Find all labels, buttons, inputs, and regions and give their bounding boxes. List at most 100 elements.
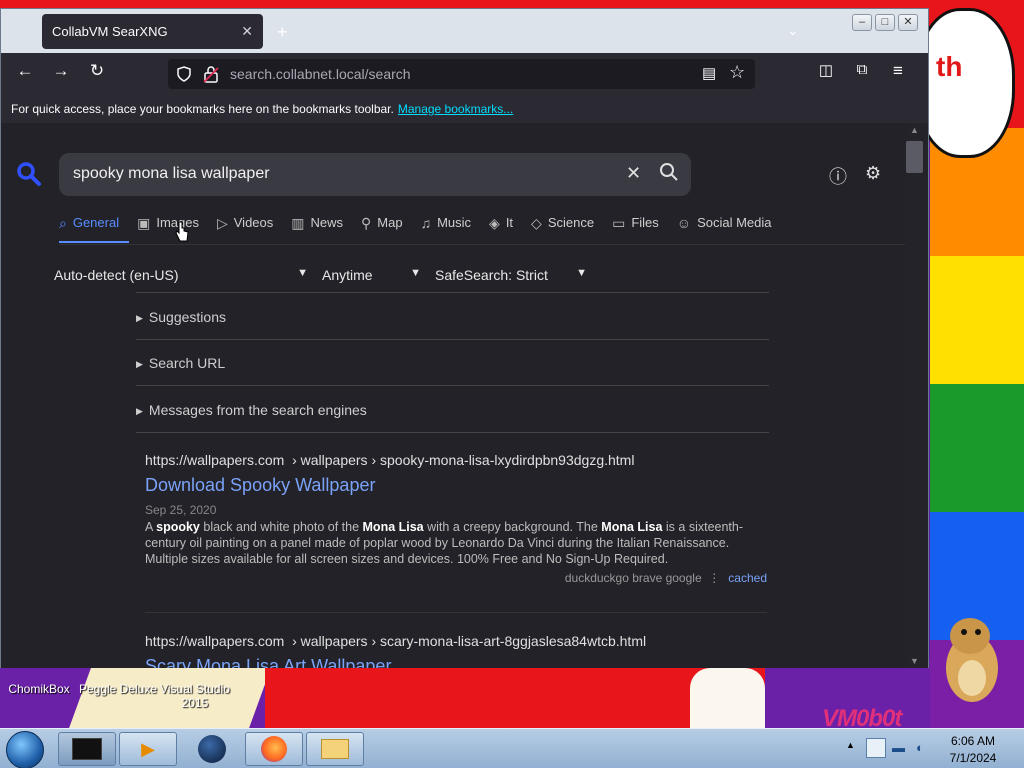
manage-bookmarks-link[interactable]: Manage bookmarks... — [398, 102, 513, 116]
chevron-down-icon: ▼ — [297, 267, 308, 279]
cached-link[interactable]: cached — [728, 571, 767, 585]
tab-news[interactable]: ▥ News — [291, 215, 353, 243]
close-tab-icon[interactable]: ✕ — [241, 14, 253, 49]
newspaper-icon: ▥ — [291, 215, 305, 231]
globe-icon — [198, 735, 226, 763]
chevron-down-icon: ▼ — [410, 267, 421, 279]
tab-files[interactable]: ▭ Files — [612, 215, 669, 243]
info-icon[interactable]: ⓘ — [829, 163, 847, 189]
insecure-lock-icon[interactable] — [203, 65, 219, 83]
search-result: https://wallpapers.com › wallpapers › sp… — [145, 452, 767, 585]
suggestions-toggle[interactable]: ▶ Suggestions — [136, 309, 769, 340]
language-select[interactable]: Auto-detect (en-US) ▼ — [54, 267, 308, 283]
triangle-right-icon: ▶ — [136, 312, 143, 323]
clock[interactable]: 6:06 AM 7/1/2024 — [940, 733, 1006, 767]
tab-music[interactable]: ♫ Music — [421, 215, 481, 243]
time-range-select[interactable]: Anytime ▼ — [322, 267, 421, 283]
tab-title: CollabVM SearXNG — [52, 24, 168, 39]
scrollbar-thumb[interactable] — [906, 141, 923, 173]
header-icons: ⓘ ⚙ — [829, 163, 881, 189]
vm-logo-text: VM0b0t — [822, 705, 902, 728]
taskbar-app-globe[interactable] — [183, 732, 241, 766]
start-button[interactable] — [6, 731, 44, 768]
network-icon[interactable]: ▬ — [892, 740, 905, 755]
searxng-logo-icon[interactable] — [16, 161, 42, 187]
menu-icon[interactable]: ≡ — [885, 61, 911, 81]
search-box[interactable]: spooky mona lisa wallpaper ✕ — [59, 153, 691, 196]
tab-it[interactable]: ◈ It — [489, 215, 523, 243]
search-input[interactable]: spooky mona lisa wallpaper — [73, 165, 270, 183]
reader-view-icon[interactable]: ▤ — [702, 64, 716, 82]
volume-icon[interactable]: ◐ — [916, 740, 924, 755]
pocket-icon[interactable]: ◫ — [813, 61, 839, 79]
shield-icon[interactable] — [176, 66, 192, 82]
media-player-icon: ▶ — [141, 739, 155, 759]
taskbar-app-explorer[interactable] — [306, 732, 364, 766]
tab-social-media[interactable]: ☺ Social Media — [677, 215, 782, 243]
engine-messages-toggle[interactable]: ▶ Messages from the search engines — [136, 402, 769, 433]
result-url[interactable]: https://wallpapers.com › wallpapers › sp… — [145, 452, 767, 468]
tab-videos[interactable]: ▷ Videos — [217, 215, 283, 243]
list-tabs-icon[interactable]: ⌄ — [787, 22, 799, 39]
back-icon[interactable]: ← — [12, 61, 38, 81]
divider — [136, 292, 769, 293]
taskbar-app-media-player[interactable]: ▶ — [119, 732, 177, 766]
result-title-link[interactable]: Scary Mona Lisa Art Wallpaper — [145, 656, 767, 668]
search-submit-icon[interactable] — [659, 162, 679, 182]
result-url[interactable]: https://wallpapers.com › wallpapers › sc… — [145, 633, 767, 649]
extensions-icon[interactable]: ⧉ — [849, 61, 875, 78]
tab-active[interactable]: CollabVM SearXNG ✕ — [42, 14, 263, 49]
taskbar-app-terminal[interactable] — [58, 732, 116, 766]
settings-gear-icon[interactable]: ⚙ — [865, 163, 881, 189]
bookmark-star-icon[interactable]: ☆ — [729, 62, 745, 83]
window-controls: – □ ✕ — [852, 14, 918, 31]
clock-time: 6:06 AM — [950, 734, 996, 748]
show-hidden-icons-icon[interactable]: ▲ — [846, 740, 855, 750]
triangle-right-icon: ▶ — [136, 358, 143, 369]
url-text[interactable]: search.collabnet.local/search — [230, 66, 411, 82]
hand-cursor-icon — [175, 221, 189, 242]
maximize-button[interactable]: □ — [875, 14, 895, 31]
scroll-down-icon[interactable]: ▼ — [910, 656, 919, 666]
new-tab-icon[interactable]: + — [277, 22, 288, 43]
tab-images[interactable]: ▣ Images — [137, 215, 209, 243]
browser-window: CollabVM SearXNG ✕ + ⌄ – □ ✕ ← → ↻ searc… — [0, 8, 929, 668]
system-tray: ▲ ▬ ◐ 6:06 AM 7/1/2024 — [840, 729, 1024, 768]
desktop-icon-visual-studio[interactable]: Visual Studio 2015 — [158, 682, 232, 710]
search-result: https://wallpapers.com › wallpapers › sc… — [145, 633, 767, 668]
speech-bubble: th — [915, 8, 1015, 158]
reload-icon[interactable]: ↻ — [84, 61, 110, 81]
scroll-up-icon[interactable]: ▲ — [910, 125, 919, 135]
desktop-icon-chomikbox[interactable]: ChomikBox — [4, 682, 74, 696]
action-center-icon[interactable] — [866, 738, 886, 758]
clear-search-icon[interactable]: ✕ — [626, 163, 641, 184]
title-bar: CollabVM SearXNG ✕ + ⌄ – □ ✕ — [1, 9, 928, 53]
chevron-down-icon: ▼ — [576, 267, 587, 279]
close-window-button[interactable]: ✕ — [898, 14, 918, 31]
bubble-text: th — [936, 51, 963, 82]
desktop-icon-peggle[interactable]: Peggle Deluxe — [78, 682, 158, 696]
result-engines: duckduckgo brave google ⋮ cached — [564, 571, 767, 585]
safesearch-select[interactable]: SafeSearch: Strict ▼ — [435, 267, 587, 283]
result-title-link[interactable]: Download Spooky Wallpaper — [145, 475, 767, 496]
search-url-toggle[interactable]: ▶ Search URL — [136, 355, 769, 386]
tab-general[interactable]: ⌕ General — [59, 215, 130, 243]
taskbar-app-firefox[interactable] — [245, 732, 303, 766]
result-date: Sep 25, 2020 — [145, 503, 217, 517]
scrollbar[interactable]: ▲ ▼ — [906, 123, 928, 668]
monitor-icon — [72, 738, 102, 760]
navigation-toolbar: ← → ↻ search.collabnet.local/search ▤ ☆ … — [1, 53, 928, 95]
hamster-image — [946, 618, 998, 702]
minimize-button[interactable]: – — [852, 14, 872, 31]
forward-icon[interactable]: → — [48, 61, 74, 81]
layers-icon: ◈ — [489, 215, 500, 231]
graduation-icon: ◇ — [531, 215, 542, 231]
url-bar[interactable]: search.collabnet.local/search ▤ ☆ — [168, 59, 755, 89]
music-icon: ♫ — [420, 215, 432, 231]
files-icon: ▭ — [612, 215, 626, 231]
play-icon: ▷ — [216, 215, 228, 231]
tab-science[interactable]: ◇ Science — [531, 215, 604, 243]
clock-date: 7/1/2024 — [949, 751, 997, 765]
tab-map[interactable]: ⚲ Map — [361, 215, 413, 243]
people-icon: ☺ — [676, 215, 692, 231]
